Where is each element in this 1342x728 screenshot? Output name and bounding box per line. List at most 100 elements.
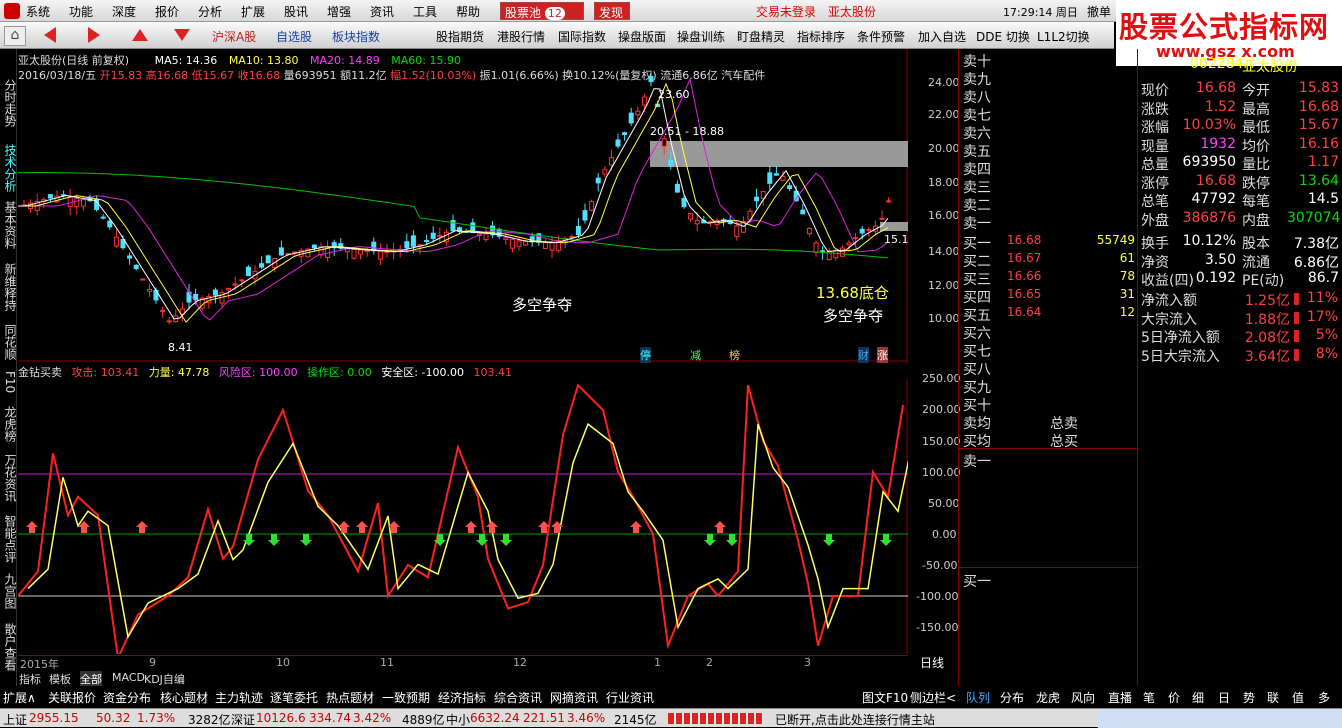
side-tab[interactable]: 联 xyxy=(1267,689,1279,706)
rail-holdings[interactable]: 新维释持 xyxy=(1,263,17,311)
back-arrow-icon[interactable] xyxy=(44,27,56,43)
bottom-tab[interactable]: 热点题材 xyxy=(326,689,374,706)
bottom-tab[interactable]: 核心题材 xyxy=(160,689,208,706)
rail-news[interactable]: 万花资讯 xyxy=(1,454,17,502)
menu-depth[interactable]: 深度 xyxy=(112,3,136,20)
rail-fundamentals[interactable]: 基本资料 xyxy=(1,201,17,249)
candle-body xyxy=(813,242,819,253)
menu-analysis[interactable]: 分析 xyxy=(198,3,222,20)
menu-extend[interactable]: 扩展 xyxy=(241,3,265,20)
tab-indicator-sort[interactable]: 指标排序 xyxy=(797,26,845,46)
side-tab[interactable]: 队列 xyxy=(966,689,990,706)
menu-function[interactable]: 功能 xyxy=(69,3,93,20)
tab-template[interactable]: 模板 xyxy=(49,671,71,687)
rail-technical[interactable]: 技术分析 xyxy=(1,144,17,192)
bottom-tab[interactable]: 扩展∧ xyxy=(3,689,36,706)
tab-kdj[interactable]: KDJ自编 xyxy=(144,671,185,687)
down-arrow-icon[interactable] xyxy=(174,29,190,41)
bottom-tab[interactable]: 综合资讯 xyxy=(494,689,542,706)
side-tab[interactable]: 龙虎 xyxy=(1036,689,1060,706)
menu-help[interactable]: 帮助 xyxy=(456,3,480,20)
tab-index-futures[interactable]: 股指期货 xyxy=(436,26,484,46)
forward-arrow-icon[interactable] xyxy=(88,27,100,43)
event-tag-list[interactable]: 榜 xyxy=(729,347,740,363)
side-tab[interactable]: 侧边栏< xyxy=(910,689,956,706)
period-label[interactable]: 日线 xyxy=(920,654,944,671)
side-tab[interactable]: 图文F10 xyxy=(862,689,908,706)
undo-order-button[interactable]: 撤单 xyxy=(1087,3,1111,20)
discover-button[interactable]: 发现 xyxy=(594,2,630,20)
side-tab[interactable]: 分布 xyxy=(1000,689,1024,706)
candle-body xyxy=(509,238,515,249)
rail-smart-comment[interactable]: 智能点评 xyxy=(1,515,17,563)
tab-indicator[interactable]: 指标 xyxy=(19,671,41,687)
side-tab[interactable]: 势 xyxy=(1243,689,1255,706)
rail-nine-grid[interactable]: 九宫图 xyxy=(1,573,17,609)
indicator-title[interactable]: 金钻买卖 xyxy=(18,366,62,379)
quote-value: 3.50 xyxy=(1204,251,1236,268)
bottom-tab[interactable]: 主力轨迹 xyxy=(215,689,263,706)
stock-pool-button[interactable]: 股票池 12 xyxy=(500,2,584,20)
tab-intl-index[interactable]: 国际指数 xyxy=(558,26,606,46)
trade-login-status[interactable]: 交易未登录 xyxy=(756,3,816,20)
candle-body xyxy=(193,293,199,301)
rail-ths[interactable]: 同花顺 xyxy=(1,324,17,360)
rail-intraday[interactable]: 分时走势 xyxy=(1,79,17,127)
menu-stock-news[interactable]: 股讯 xyxy=(284,3,308,20)
menu-system[interactable]: 系统 xyxy=(26,3,50,20)
rail-f10[interactable]: F10 xyxy=(1,371,17,393)
tab-condition-alert[interactable]: 条件预警 xyxy=(857,26,905,46)
menu-tools[interactable]: 工具 xyxy=(413,3,437,20)
l1l2-switch-button[interactable]: L1L2切换 xyxy=(1037,26,1090,46)
tab-watch-elf[interactable]: 盯盘精灵 xyxy=(737,26,785,46)
menu-quote[interactable]: 报价 xyxy=(155,3,179,20)
chart-area[interactable]: 亚太股份(日线 前复权) MA5: 14.36 MA10: 13.80 MA20… xyxy=(18,49,961,671)
side-tab[interactable]: 细 xyxy=(1192,689,1204,706)
tab-macd[interactable]: MACD xyxy=(112,671,145,684)
tab-sector-index[interactable]: 板块指数 xyxy=(332,26,380,46)
event-tag-finance[interactable]: 财 xyxy=(858,347,869,363)
tab-trading-layout[interactable]: 操盘版面 xyxy=(618,26,666,46)
up-arrow-icon[interactable] xyxy=(132,29,148,41)
side-tab[interactable]: 值 xyxy=(1292,689,1304,706)
tab-watchlist[interactable]: 自选股 xyxy=(276,26,312,46)
candle-body xyxy=(430,232,436,239)
event-tag-rise[interactable]: 涨 xyxy=(877,347,888,363)
event-tag-halt[interactable]: 停 xyxy=(640,347,651,363)
indicator-chart[interactable] xyxy=(18,379,908,654)
attack-line xyxy=(18,383,904,654)
flow-bar xyxy=(1294,330,1299,342)
rail-dragon-tiger[interactable]: 龙虎榜 xyxy=(1,406,17,442)
side-tab[interactable]: 多 xyxy=(1318,689,1330,706)
home-icon[interactable]: ⌂ xyxy=(4,26,26,46)
menu-enhance[interactable]: 增强 xyxy=(327,3,351,20)
event-tag-reduce[interactable]: 减 xyxy=(690,347,701,363)
add-to-watchlist-button[interactable]: 加入自选 xyxy=(918,26,966,46)
menu-info[interactable]: 资讯 xyxy=(370,3,394,20)
side-tab[interactable]: 日 xyxy=(1218,689,1230,706)
candle-body xyxy=(648,75,654,83)
quote-label: 外盘 xyxy=(1141,212,1169,229)
side-tab[interactable]: 价 xyxy=(1168,689,1180,706)
bottom-tab[interactable]: 一致预期 xyxy=(382,689,430,706)
price-chart[interactable] xyxy=(18,49,908,364)
bottom-tab[interactable]: 逐笔委托 xyxy=(270,689,318,706)
tab-all[interactable]: 全部 xyxy=(80,671,102,687)
side-tab[interactable]: 笔 xyxy=(1143,689,1155,706)
rail-retail[interactable]: 散户查看 xyxy=(1,623,17,671)
side-tab[interactable]: 直播 xyxy=(1108,689,1132,706)
quote-label: 换手 xyxy=(1141,236,1169,252)
tab-shanghai-shenzhen-a[interactable]: 沪深A股 xyxy=(212,26,256,46)
bottom-tab[interactable]: 资金分布 xyxy=(103,689,151,706)
app-logo-icon[interactable] xyxy=(4,3,20,19)
bottom-tab[interactable]: 经济指标 xyxy=(438,689,486,706)
bottom-tab[interactable]: 网摘资讯 xyxy=(550,689,598,706)
bottom-tab[interactable]: 关联报价 xyxy=(48,689,96,706)
dde-switch-button[interactable]: DDE 切换 xyxy=(976,26,1030,46)
connection-message[interactable]: 已断开,点击此处连接行情主站 xyxy=(775,711,935,728)
bottom-tab[interactable]: 行业资讯 xyxy=(606,689,654,706)
side-tab[interactable]: 风向 xyxy=(1071,689,1095,706)
tab-trading-training[interactable]: 操盘训练 xyxy=(677,26,725,46)
sh-change: 50.32 xyxy=(96,711,131,725)
tab-hk-quotes[interactable]: 港股行情 xyxy=(497,26,545,46)
